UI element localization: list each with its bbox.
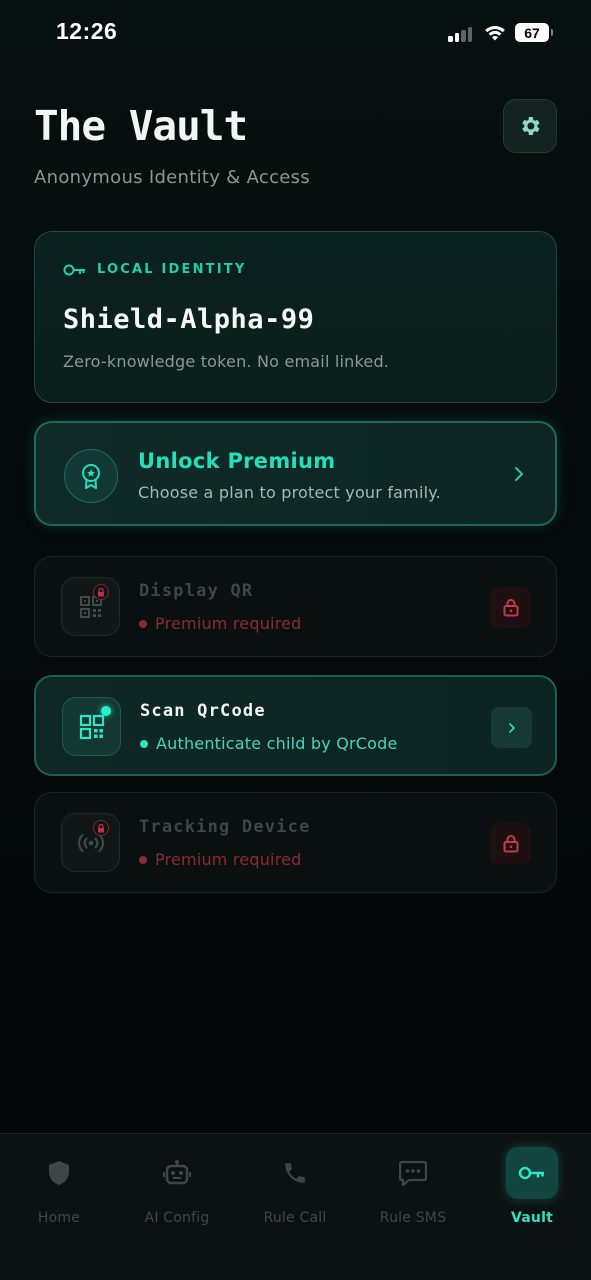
cellular-signal-icon bbox=[448, 26, 474, 42]
feature-title: Scan QrCode bbox=[140, 701, 266, 721]
wifi-icon bbox=[485, 25, 505, 41]
identity-name: Shield-Alpha-99 bbox=[63, 304, 315, 335]
nav-label: Rule SMS bbox=[379, 1210, 447, 1226]
scan-qrcode-card[interactable]: Scan QrCode Authenticate child by QrCode bbox=[34, 675, 557, 776]
nav-label: Rule Call bbox=[263, 1210, 327, 1226]
premium-badge-icon bbox=[64, 449, 118, 503]
status-dot bbox=[139, 855, 147, 864]
identity-description: Zero-knowledge token. No email linked. bbox=[63, 352, 390, 371]
nav-icon-wrap bbox=[506, 1147, 558, 1199]
feature-icon-box bbox=[61, 813, 120, 872]
shield-icon bbox=[49, 1161, 69, 1185]
nav-label: Home bbox=[37, 1210, 81, 1226]
feature-status-text: Authenticate child by QrCode bbox=[156, 734, 398, 753]
feature-title: Display QR bbox=[139, 581, 254, 601]
status-bar: 12:26 67 bbox=[0, 0, 591, 66]
phone-icon bbox=[285, 1163, 305, 1183]
feature-status: Premium required bbox=[139, 850, 302, 869]
feature-status-text: Premium required bbox=[155, 614, 302, 633]
status-time: 12:26 bbox=[56, 18, 118, 44]
chevron-right-icon bbox=[515, 467, 523, 481]
page-title: The Vault bbox=[34, 102, 248, 150]
robot-icon bbox=[163, 1160, 191, 1185]
lock-icon bbox=[503, 599, 518, 617]
premium-description: Choose a plan to protect your family. bbox=[138, 483, 441, 502]
tracking-device-card[interactable]: Tracking Device Premium required bbox=[34, 792, 557, 893]
feature-status: Premium required bbox=[139, 614, 302, 633]
status-dot bbox=[139, 619, 147, 628]
key-icon bbox=[518, 1166, 544, 1180]
nav-icon-wrap bbox=[151, 1147, 203, 1199]
nav-icon-wrap bbox=[269, 1147, 321, 1199]
lock-badge-icon bbox=[93, 584, 109, 600]
message-icon bbox=[399, 1160, 427, 1186]
identity-card: LOCAL IDENTITY Shield-Alpha-99 Zero-know… bbox=[34, 231, 557, 403]
gear-icon bbox=[522, 117, 540, 135]
nav-label: Vault bbox=[511, 1210, 553, 1226]
identity-label: LOCAL IDENTITY bbox=[97, 262, 247, 277]
bottom-nav: Home AI Config Rule Call Rule SMS Vault bbox=[0, 1133, 591, 1280]
premium-title: Unlock Premium bbox=[138, 449, 336, 473]
qr-scan-icon bbox=[79, 714, 104, 739]
lock-icon bbox=[503, 835, 518, 853]
locked-button[interactable] bbox=[490, 587, 531, 628]
nav-label: AI Config bbox=[144, 1210, 210, 1226]
nav-item-rule-sms[interactable]: Rule SMS bbox=[354, 1134, 472, 1244]
nav-item-home[interactable]: Home bbox=[0, 1134, 118, 1244]
status-dot bbox=[140, 739, 148, 748]
active-indicator-dot bbox=[101, 706, 111, 716]
nav-item-ai-config[interactable]: AI Config bbox=[118, 1134, 236, 1244]
settings-button[interactable] bbox=[503, 99, 557, 153]
feature-icon-box bbox=[62, 697, 121, 756]
identity-header: LOCAL IDENTITY bbox=[63, 262, 246, 277]
nav-item-vault[interactable]: Vault bbox=[473, 1134, 591, 1244]
display-qr-card[interactable]: Display QR Premium required bbox=[34, 556, 557, 657]
chevron-right-icon bbox=[508, 722, 515, 733]
nav-item-rule-call[interactable]: Rule Call bbox=[236, 1134, 354, 1244]
vault-screen: 12:26 67 The Vault Anonymous Identity & … bbox=[0, 0, 591, 1280]
page-subtitle: Anonymous Identity & Access bbox=[34, 167, 311, 188]
nav-icon-wrap bbox=[387, 1147, 439, 1199]
key-icon bbox=[63, 264, 85, 275]
unlock-premium-card[interactable]: Unlock Premium Choose a plan to protect … bbox=[34, 421, 557, 526]
feature-status: Authenticate child by QrCode bbox=[140, 734, 398, 753]
feature-icon-box bbox=[61, 577, 120, 636]
battery-indicator: 67 bbox=[515, 23, 553, 42]
lock-badge-icon bbox=[93, 820, 109, 836]
locked-button[interactable] bbox=[490, 823, 531, 864]
feature-status-text: Premium required bbox=[155, 850, 302, 869]
feature-title: Tracking Device bbox=[139, 817, 311, 837]
open-scan-button[interactable] bbox=[491, 707, 532, 748]
nav-icon-wrap bbox=[33, 1147, 85, 1199]
